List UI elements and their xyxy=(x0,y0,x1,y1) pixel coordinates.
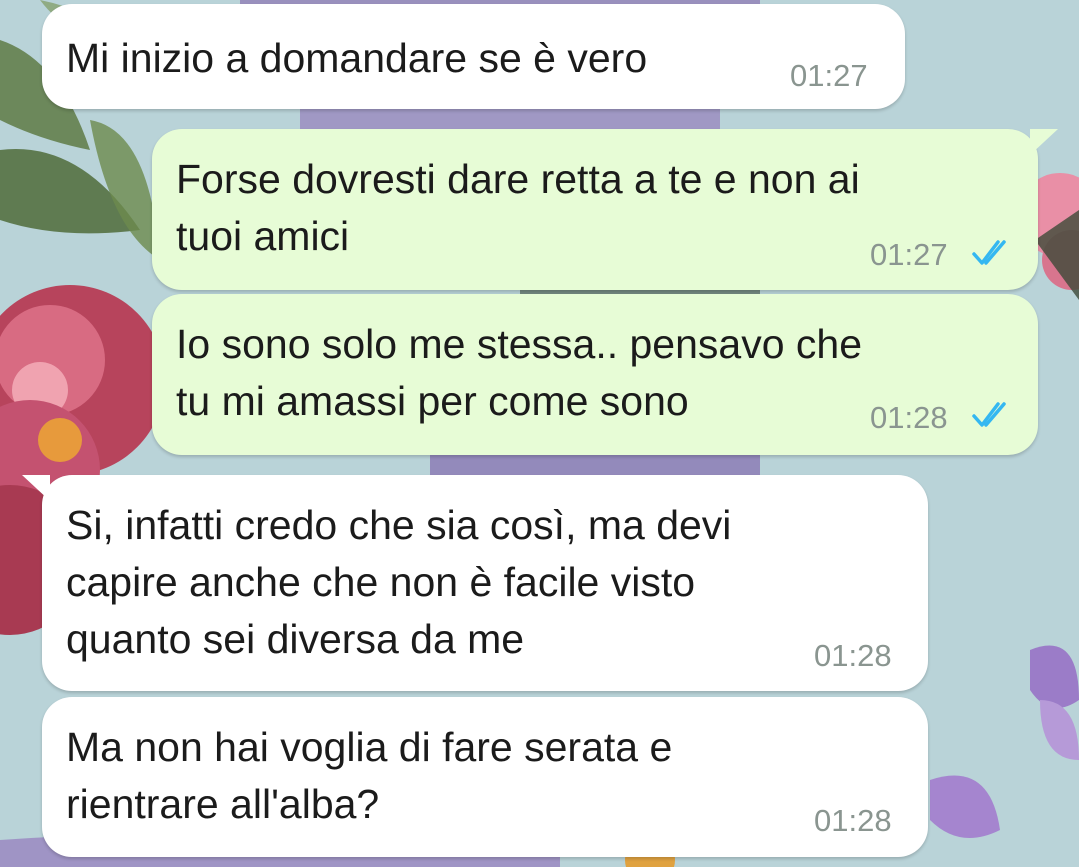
incoming-bubble-tail xyxy=(22,475,50,501)
message-timestamp: 01:27 xyxy=(790,58,868,93)
incoming-message-bubble[interactable]: Si, infatti credo che sia così, ma devi … xyxy=(42,475,928,691)
incoming-message-bubble[interactable]: Mi inizio a domandare se è vero 01:27 xyxy=(42,4,905,109)
outgoing-bubble-tail xyxy=(1030,129,1058,155)
message-text: Ma non hai voglia di fare serata e rient… xyxy=(66,724,673,827)
message-timestamp: 01:28 xyxy=(870,400,948,435)
message-text: Mi inizio a domandare se è vero xyxy=(66,35,648,81)
message-timestamp: 01:28 xyxy=(814,638,892,673)
message-text: Forse dovresti dare retta a te e non ai … xyxy=(176,156,860,259)
outgoing-message-bubble[interactable]: Forse dovresti dare retta a te e non ai … xyxy=(152,129,1038,290)
message-text: Si, infatti credo che sia così, ma devi … xyxy=(66,502,732,662)
message-text: Io sono solo me stessa.. pensavo che tu … xyxy=(176,321,863,424)
message-timestamp: 01:27 xyxy=(870,237,948,272)
outgoing-message-bubble[interactable]: Io sono solo me stessa.. pensavo che tu … xyxy=(152,294,1038,455)
read-double-check-icon xyxy=(972,402,1006,427)
read-double-check-icon xyxy=(972,240,1006,265)
incoming-message-bubble[interactable]: Ma non hai voglia di fare serata e rient… xyxy=(42,697,928,857)
message-timestamp: 01:28 xyxy=(814,803,892,838)
